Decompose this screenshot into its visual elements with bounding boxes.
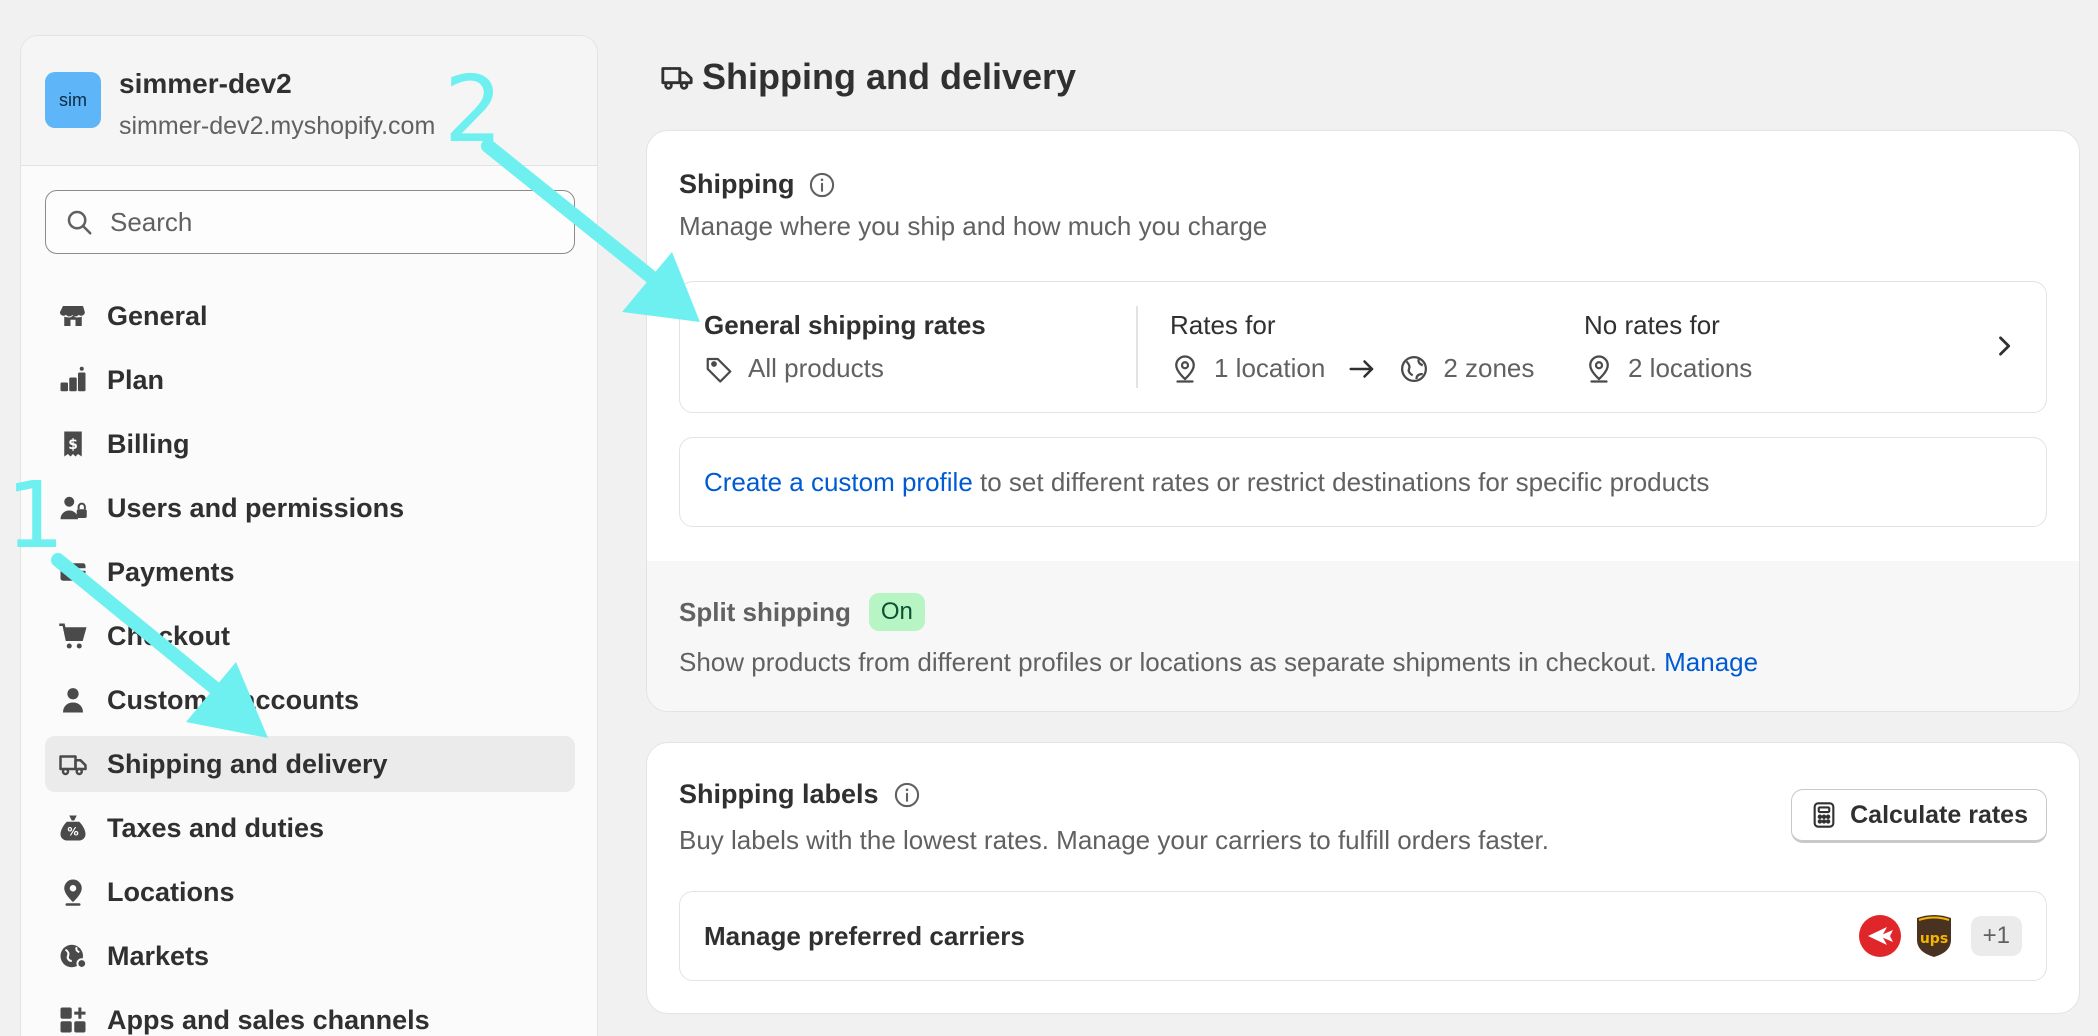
- location-pin-icon: [1589, 354, 1609, 383]
- sidebar-item-label: Payments: [107, 556, 235, 587]
- carrier-logos: ups +1: [1858, 914, 2022, 958]
- truck-icon: [57, 748, 89, 780]
- sidebar-item-label: Billing: [107, 428, 190, 459]
- shipping-subtitle: Manage where you ship and how much you c…: [679, 211, 1268, 241]
- sidebar-item-label: Users and permissions: [107, 492, 405, 523]
- sidebar-item-payments[interactable]: Payments: [45, 544, 575, 600]
- sidebar-item-customer-accounts[interactable]: Customer accounts: [45, 672, 575, 728]
- store-avatar: sim: [45, 72, 101, 128]
- no-rates-label: No rates for: [1584, 310, 1720, 340]
- ups-logo-icon: ups: [1916, 915, 1951, 957]
- sidebar-item-label: Checkout: [107, 620, 231, 651]
- calculate-rates-button[interactable]: Calculate rates: [1791, 789, 2047, 843]
- sidebar-item-locations[interactable]: Locations: [45, 864, 575, 920]
- search-field[interactable]: [45, 190, 575, 254]
- products-scope: All products: [748, 353, 884, 383]
- chevron-right-icon: [1999, 336, 2011, 356]
- cart-icon: [57, 620, 89, 652]
- shipping-labels-card: Shipping labels Buy labels with the lowe…: [646, 742, 2080, 1014]
- store-header[interactable]: sim simmer-dev2 simmer-dev2.myshopify.co…: [21, 36, 597, 166]
- more-carriers-badge: +1: [1970, 916, 2022, 956]
- globe-icon: [1401, 355, 1428, 382]
- no-rates-locations: 2 locations: [1628, 353, 1753, 383]
- sidebar-item-shipping[interactable]: Shipping and delivery: [45, 736, 575, 792]
- info-icon[interactable]: [893, 781, 921, 809]
- sidebar-item-label: Customer accounts: [107, 684, 360, 715]
- custom-profile-row: Create a custom profile to set different…: [679, 437, 2047, 527]
- settings-nav: General Plan $ Billing Users and permiss…: [45, 288, 575, 1036]
- location-pin-icon: [57, 876, 89, 908]
- store-domain: simmer-dev2.myshopify.com: [119, 112, 436, 140]
- sidebar-item-label: Shipping and delivery: [107, 748, 388, 779]
- general-rates-title: General shipping rates: [704, 310, 986, 340]
- plan-icon: [57, 364, 89, 396]
- split-shipping-section: Split shipping On Show products from dif…: [647, 561, 2079, 711]
- sidebar-item-general[interactable]: General: [45, 288, 575, 344]
- ups-logo-text: ups: [1919, 931, 1947, 947]
- receipt-dollar-icon: $: [57, 428, 89, 460]
- canada-post-logo-icon: [1858, 915, 1901, 957]
- sidebar-item-checkout[interactable]: Checkout: [45, 608, 575, 664]
- rates-for-location: 1 location: [1214, 353, 1326, 383]
- split-shipping-title: Split shipping: [679, 596, 851, 627]
- tax-bag-icon: %: [57, 812, 89, 844]
- store-icon: [57, 300, 89, 332]
- page-header: Shipping and delivery: [660, 56, 1076, 98]
- sidebar-item-apps[interactable]: Apps and sales channels: [45, 992, 575, 1036]
- annotation-marker-2: 2: [444, 56, 503, 163]
- rates-for-zones: 2 zones: [1443, 353, 1535, 383]
- status-badge: On: [868, 593, 925, 631]
- globe-icon: [57, 940, 89, 972]
- shipping-labels-title: Shipping labels: [679, 779, 879, 809]
- person-icon: [57, 684, 89, 716]
- page-title: Shipping and delivery: [702, 56, 1077, 97]
- location-pin-icon: [1175, 354, 1195, 383]
- store-name: simmer-dev2: [119, 68, 292, 99]
- sidebar-item-label: Markets: [107, 940, 210, 971]
- svg-text:$: $: [68, 437, 78, 453]
- manage-preferred-carriers-row[interactable]: Manage preferred carriers ups +1: [679, 891, 2047, 981]
- custom-profile-text: to set different rates or restrict desti…: [972, 466, 1710, 497]
- sidebar-item-billing[interactable]: $ Billing: [45, 416, 575, 472]
- svg-text:%: %: [67, 826, 78, 839]
- settings-sidebar: sim simmer-dev2 simmer-dev2.myshopify.co…: [20, 35, 598, 1036]
- shipping-title: Shipping: [679, 169, 795, 199]
- search-input[interactable]: [110, 206, 550, 238]
- split-shipping-description: Show products from different profiles or…: [679, 647, 1665, 677]
- divider: [1136, 306, 1138, 388]
- arrow-right-icon: [1349, 359, 1374, 378]
- sidebar-item-label: Apps and sales channels: [107, 1004, 430, 1035]
- manage-carriers-label: Manage preferred carriers: [704, 920, 1025, 951]
- annotation-marker-1: 1: [6, 462, 65, 569]
- sidebar-item-users[interactable]: Users and permissions: [45, 480, 575, 536]
- rates-for-label: Rates for: [1170, 310, 1276, 340]
- general-shipping-rates-row[interactable]: General shipping rates All products Rate…: [679, 281, 2047, 413]
- create-custom-profile-link[interactable]: Create a custom profile: [704, 467, 973, 498]
- tag-icon: [706, 357, 732, 383]
- sidebar-item-label: Plan: [107, 364, 165, 395]
- truck-icon: [661, 67, 693, 90]
- apps-icon: [57, 1004, 89, 1036]
- sidebar-item-taxes[interactable]: % Taxes and duties: [45, 800, 575, 856]
- shipping-card: Shipping Manage where you ship and how m…: [646, 130, 2080, 712]
- manage-split-link[interactable]: Manage: [1664, 647, 1758, 677]
- search-icon: [67, 210, 92, 235]
- info-icon[interactable]: [808, 171, 836, 199]
- sidebar-item-label: General: [107, 300, 208, 331]
- sidebar-item-label: Taxes and duties: [107, 812, 325, 843]
- shipping-labels-subtitle: Buy labels with the lowest rates. Manage…: [679, 825, 1549, 855]
- sidebar-item-plan[interactable]: Plan: [45, 352, 575, 408]
- sidebar-item-label: Locations: [107, 876, 235, 907]
- sidebar-item-markets[interactable]: Markets: [45, 928, 575, 984]
- calculate-rates-label: Calculate rates: [1850, 800, 2028, 829]
- calculator-icon: [1813, 802, 1835, 828]
